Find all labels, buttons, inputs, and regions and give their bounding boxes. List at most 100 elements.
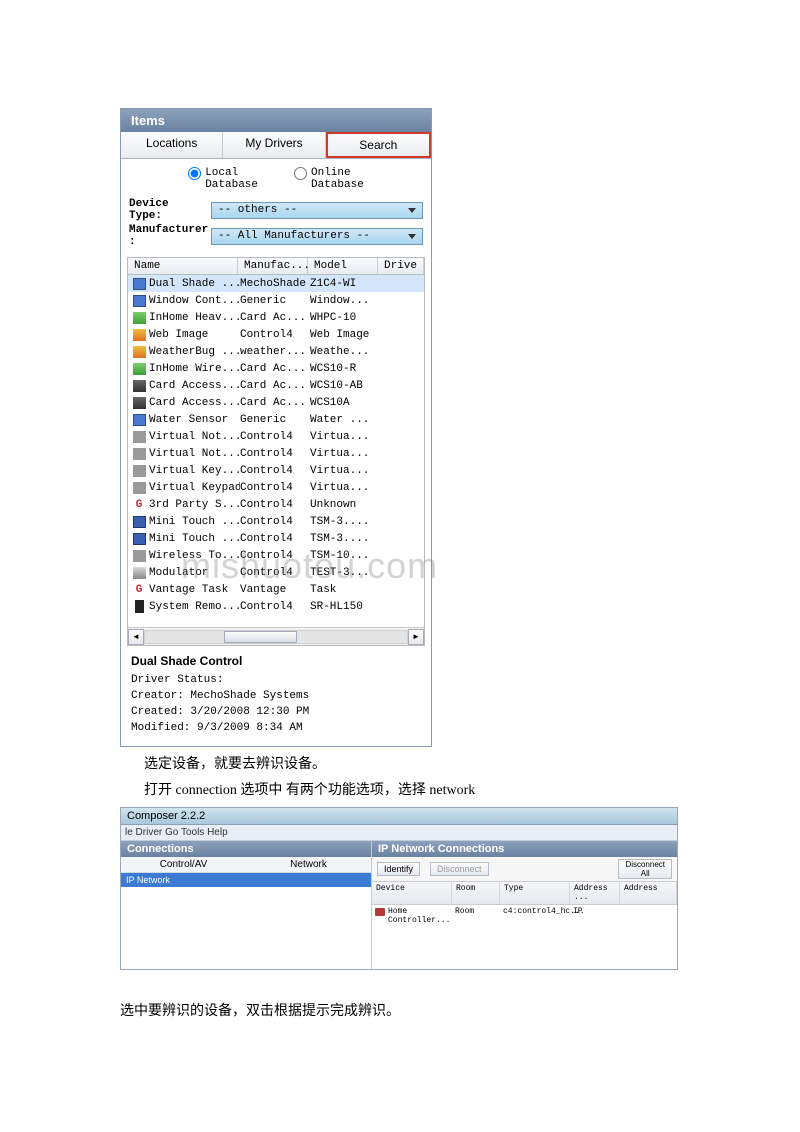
cell-model: WCS10-R [310,363,380,375]
detail-line: Created: 3/20/2008 12:30 PM [131,706,421,718]
manufacturer-row: Manufacturer : -- All Manufacturers -- [121,223,431,249]
table-row[interactable]: WeatherBug ...weather...Weathe... [128,343,424,360]
row-icon [131,548,147,563]
table-row[interactable]: Window Cont...GenericWindow... [128,292,424,309]
identify-button[interactable]: Identify [377,862,420,876]
controller-icon [375,908,385,916]
row-icon [131,327,147,342]
scroll-thumb[interactable] [224,631,297,643]
cell-manufacturer: Control4 [240,533,310,545]
radio-local-input[interactable] [188,167,201,180]
col-driver[interactable]: Drive [378,258,424,274]
row-icon: G [131,497,147,512]
body-text-1: 选定设备，就要去辨识设备。 [120,753,800,773]
cell-model: SR-HL150 [310,601,380,613]
col-device[interactable]: Device [372,882,452,904]
cell-manufacturer: Control4 [240,601,310,613]
radio-online-input[interactable] [294,167,307,180]
cell-model: Unknown [310,499,380,511]
row-icon [131,344,147,359]
table-body[interactable]: Dual Shade ...MechoShadeZ1C4-WIWindow Co… [128,275,424,627]
ip-connections-panel: IP Network Connections Identify Disconne… [371,841,677,969]
col-name[interactable]: Name [128,258,238,274]
body-text-3: 选中要辨识的设备，双击根据提示完成辨识。 [120,1000,800,1020]
scroll-left-button[interactable]: ◄ [128,629,144,645]
cell-name: Card Access... [149,380,240,392]
database-radio-group: Local Database Online Database [121,159,431,197]
row-icon: G [131,582,147,597]
table-row[interactable]: G3rd Party S...Control4Unknown [128,496,424,513]
ip-table-header: Device Room Type Address ... Address [372,882,677,905]
driver-details: Dual Shade Control Driver Status: Creato… [121,646,431,746]
table-row[interactable]: GVantage TaskVantageTask [128,581,424,598]
cell-manufacturer: MechoShade [240,278,310,290]
tab-locations[interactable]: Locations [121,132,223,158]
col-address[interactable]: Address [620,882,677,904]
radio-local-database[interactable]: Local Database [188,167,258,191]
ip-network-item[interactable]: IP Network [121,873,371,887]
manufacturer-select[interactable]: -- All Manufacturers -- [211,228,423,245]
detail-line: Driver Status: [131,674,421,686]
table-row[interactable]: Web ImageControl4Web Image [128,326,424,343]
disconnect-button[interactable]: Disconnect [430,862,489,876]
cell-manufacturer: Control4 [240,482,310,494]
cell-manufacturer: Control4 [240,499,310,511]
table-row[interactable]: Card Access...Card Ac...WCS10-AB [128,377,424,394]
tabs-row: Locations My Drivers Search [121,132,431,159]
cell-manufacturer: Control4 [240,465,310,477]
table-row[interactable]: Mini Touch ...Control4TSM-3.... [128,530,424,547]
disconnect-all-button[interactable]: Disconnect All [618,859,672,879]
tab-network[interactable]: Network [246,857,371,872]
tab-my-drivers[interactable]: My Drivers [223,132,325,158]
cell-manufacturer: Control4 [240,329,310,341]
cell-name: Vantage Task [149,584,240,596]
table-row[interactable]: System Remo...Control4SR-HL150 [128,598,424,615]
table-row[interactable]: Dual Shade ...MechoShadeZ1C4-WI [128,275,424,292]
h-scrollbar[interactable]: ◄ ► [128,627,424,645]
cell-model: TSM-10... [310,550,380,562]
cell-name: Virtual Key... [149,465,240,477]
col-manufacturer[interactable]: Manufac... [238,258,308,274]
row-icon [131,480,147,495]
scroll-track[interactable] [144,630,408,644]
table-row[interactable]: Virtual Not...Control4Virtua... [128,445,424,462]
cell-name: Mini Touch ... [149,516,240,528]
table-row[interactable]: Card Access...Card Ac...WCS10A [128,394,424,411]
row-icon [131,293,147,308]
table-row[interactable]: Mini Touch ...Control4TSM-3.... [128,513,424,530]
col-type[interactable]: Type [500,882,570,904]
table-row[interactable]: Virtual Not...Control4Virtua... [128,428,424,445]
cell-name: Card Access... [149,397,240,409]
ip-table-row[interactable]: Home Controller... Room c4:control4_hc..… [372,905,677,927]
composer-menu[interactable]: le Driver Go Tools Help [121,825,677,841]
table-row[interactable]: Virtual KeypadControl4Virtua... [128,479,424,496]
ip-connections-header: IP Network Connections [372,841,677,857]
col-address-type[interactable]: Address ... [570,882,620,904]
cell-model: TSM-3.... [310,516,380,528]
device-type-select[interactable]: -- others -- [211,202,423,219]
table-row[interactable]: Wireless To...Control4TSM-10... [128,547,424,564]
table-row[interactable]: Water SensorGenericWater ... [128,411,424,428]
table-row[interactable]: InHome Wire...Card Ac...WCS10-R [128,360,424,377]
tab-control-av[interactable]: Control/AV [121,857,246,872]
table-row[interactable]: Virtual Key...Control4Virtua... [128,462,424,479]
table-row[interactable]: ModulatorControl4TEST-3... [128,564,424,581]
table-header: Name Manufac... Model Drive [128,258,424,275]
table-row[interactable]: InHome Heav...Card Ac...WHPC-10 [128,309,424,326]
radio-online-database[interactable]: Online Database [294,167,364,191]
cell-name: Virtual Keypad [149,482,240,494]
col-model[interactable]: Model [308,258,378,274]
cell-manufacturer: Card Ac... [240,397,310,409]
row-icon [131,395,147,410]
scroll-right-button[interactable]: ► [408,629,424,645]
col-room[interactable]: Room [452,882,500,904]
manufacturer-label: Manufacturer : [129,224,211,248]
cell-model: Web Image [310,329,380,341]
cell-name: InHome Heav... [149,312,240,324]
device-type-row: Device Type: -- others -- [121,197,431,223]
cell-model: Virtua... [310,431,380,443]
tab-search[interactable]: Search [326,132,431,158]
row-icon [131,531,147,546]
cell-name: Web Image [149,329,240,341]
detail-line: Modified: 9/3/2009 8:34 AM [131,722,421,734]
